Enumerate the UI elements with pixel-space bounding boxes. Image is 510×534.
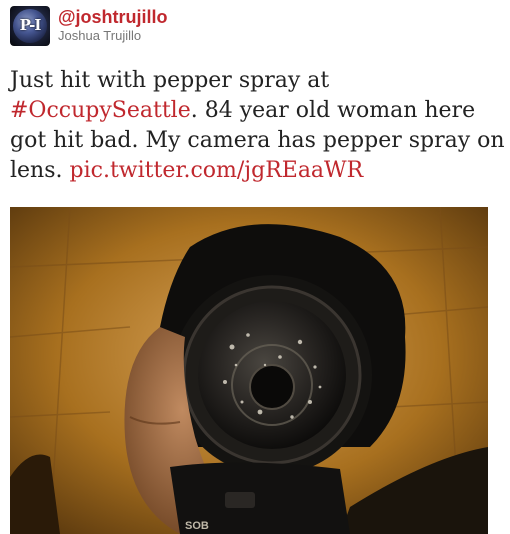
avatar[interactable]: P-I bbox=[10, 6, 50, 46]
author-handle[interactable]: @joshtrujillo bbox=[58, 6, 168, 28]
photo-link[interactable]: pic.twitter.com/jgREaaWR bbox=[70, 158, 364, 183]
author-fullname: Joshua Trujillo bbox=[58, 28, 142, 43]
tweet-card: P-I @joshtrujillo Joshua Trujillo Just h… bbox=[0, 0, 510, 534]
tweet-text-part1: Just hit with pepper spray at bbox=[10, 68, 330, 93]
camera-model-label: SOB bbox=[185, 520, 209, 532]
author-block: @joshtrujillo Joshua Trujillo bbox=[58, 6, 168, 44]
tweet-photo[interactable]: SOB bbox=[10, 207, 488, 534]
camera-button bbox=[225, 492, 255, 508]
tweet-header: P-I @joshtrujillo Joshua Trujillo bbox=[10, 6, 168, 46]
lens-center bbox=[249, 364, 295, 410]
photo-illustration: SOB bbox=[10, 207, 488, 534]
avatar-logo-text: P-I bbox=[19, 16, 42, 34]
tweet-text: Just hit with pepper spray at #OccupySea… bbox=[10, 66, 505, 186]
hashtag-link[interactable]: #OccupySeattle bbox=[10, 98, 191, 123]
